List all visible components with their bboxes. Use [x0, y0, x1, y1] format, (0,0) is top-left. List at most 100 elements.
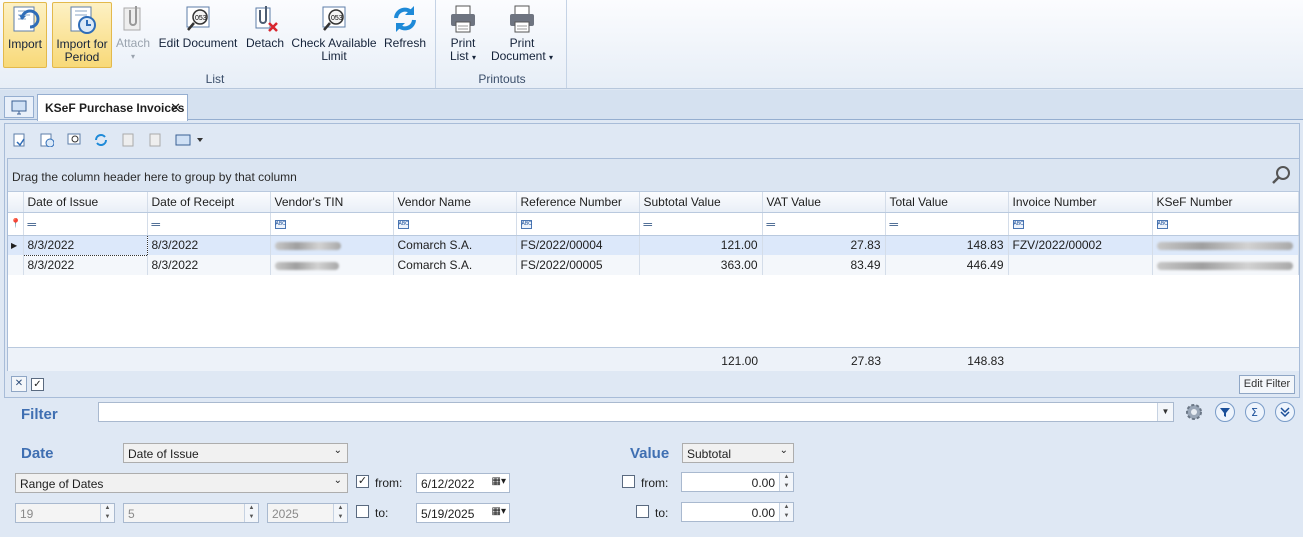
print-list-button[interactable]: Print List ▾: [441, 2, 485, 68]
import-icon[interactable]: [13, 133, 27, 147]
value-field-select[interactable]: Subtotal ⌄: [682, 443, 794, 463]
edit-document-icon[interactable]: [67, 133, 81, 147]
spin-arrows-icon[interactable]: ▲ ▼: [244, 504, 258, 522]
svg-text:053: 053: [331, 15, 343, 22]
expand-down-icon[interactable]: [1275, 402, 1295, 422]
funnel-icon[interactable]: [1215, 402, 1235, 422]
cell-vat-value[interactable]: 83.49: [762, 255, 886, 275]
refresh-button[interactable]: Refresh: [381, 2, 429, 68]
chevron-down-icon[interactable]: ▼: [1157, 403, 1173, 421]
value-to-checkbox[interactable]: [636, 505, 649, 518]
column-header-date-of-issue[interactable]: Date of Issue: [23, 192, 148, 213]
year-spinner[interactable]: 2025 ▲ ▼: [267, 503, 348, 523]
cell-date-of-issue[interactable]: 8/3/2022: [22, 234, 148, 256]
check-available-limit-button[interactable]: 053 Check Available Limit: [291, 2, 377, 68]
filter-cell-vat-value[interactable]: ═: [762, 212, 886, 236]
sigma-icon[interactable]: Σ: [1245, 402, 1265, 422]
filter-cell-date-of-issue[interactable]: ═: [23, 212, 148, 236]
calendar-icon[interactable]: ▦▾: [492, 506, 506, 517]
row-indicator: [8, 255, 24, 275]
grid-table: Date of Issue Date of Receipt Vendor's T…: [8, 192, 1299, 275]
filter-enabled-checkbox[interactable]: ✓: [31, 378, 44, 391]
import-for-period-button[interactable]: Import for Period: [52, 2, 112, 68]
column-header-vendor-name[interactable]: Vendor Name: [393, 192, 517, 213]
cell-total-value[interactable]: 148.83: [885, 235, 1009, 255]
filter-cell-vendors-tin[interactable]: ABC: [270, 212, 394, 236]
cell-date-of-receipt[interactable]: 8/3/2022: [147, 235, 271, 255]
row-indicator-header: [8, 192, 24, 213]
filter-pin-icon[interactable]: 📍: [8, 212, 24, 236]
date-field-select[interactable]: Date of Issue ⌄: [123, 443, 348, 463]
column-header-ksef-number[interactable]: KSeF Number: [1152, 192, 1299, 213]
print-document-button[interactable]: Print Document ▾: [487, 2, 557, 68]
column-header-total-value[interactable]: Total Value: [885, 192, 1009, 213]
day-spinner[interactable]: 19 ▲ ▼: [15, 503, 115, 523]
import-button[interactable]: Import: [3, 2, 47, 68]
layout-menu-icon[interactable]: [175, 133, 207, 147]
group-by-panel[interactable]: Drag the column header here to group by …: [8, 159, 1299, 192]
filter-cell-reference-number[interactable]: ABC: [516, 212, 640, 236]
gear-icon[interactable]: [1184, 402, 1204, 422]
check-limit-icon: 053: [319, 4, 349, 34]
calendar-icon[interactable]: ▦▾: [492, 476, 506, 487]
filter-cell-date-of-receipt[interactable]: ═: [147, 212, 271, 236]
cell-date-of-issue[interactable]: 8/3/2022: [23, 255, 148, 275]
desktop-icon[interactable]: [4, 96, 34, 118]
filter-cell-invoice-number[interactable]: ABC: [1008, 212, 1153, 236]
cell-vendor-name[interactable]: Comarch S.A.: [393, 235, 517, 255]
cell-subtotal-value[interactable]: 121.00: [639, 235, 763, 255]
attach-icon[interactable]: [121, 133, 135, 147]
spin-arrows-icon[interactable]: ▲ ▼: [779, 473, 793, 491]
filter-cell-vendor-name[interactable]: ABC: [393, 212, 517, 236]
value-from-checkbox[interactable]: [622, 475, 635, 488]
date-range-type-select[interactable]: Range of Dates ⌄: [15, 473, 348, 493]
cell-reference-number[interactable]: FS/2022/00004: [516, 235, 640, 255]
date-from-value: 6/12/2022: [421, 477, 475, 491]
import-period-icon[interactable]: [40, 133, 55, 148]
cell-total-value[interactable]: 446.49: [885, 255, 1009, 275]
column-header-date-of-receipt[interactable]: Date of Receipt: [147, 192, 271, 213]
table-row[interactable]: 8/3/2022 8/3/2022 Comarch S.A. FS/2022/0…: [8, 255, 1299, 275]
printer-icon: [448, 4, 478, 34]
cell-vendor-name[interactable]: Comarch S.A.: [393, 255, 517, 275]
edit-filter-button[interactable]: Edit Filter: [1239, 375, 1295, 394]
filter-cell-ksef-number[interactable]: ABC: [1152, 212, 1299, 236]
column-header-invoice-number[interactable]: Invoice Number: [1008, 192, 1153, 213]
cell-subtotal-value[interactable]: 363.00: [639, 255, 763, 275]
column-header-subtotal-value[interactable]: Subtotal Value: [639, 192, 763, 213]
close-icon[interactable]: ✕: [170, 100, 181, 116]
value-from-value: 0.00: [751, 476, 775, 490]
date-to-value: 5/19/2025: [421, 507, 475, 521]
value-from-input[interactable]: 0.00 ▲ ▼: [681, 472, 794, 492]
cell-reference-number[interactable]: FS/2022/00005: [516, 255, 640, 275]
search-icon[interactable]: [1271, 165, 1291, 188]
column-header-reference-number[interactable]: Reference Number: [516, 192, 640, 213]
column-header-vat-value[interactable]: VAT Value: [762, 192, 886, 213]
column-header-vendors-tin[interactable]: Vendor's TIN: [270, 192, 394, 213]
filter-cell-subtotal-value[interactable]: ═: [639, 212, 763, 236]
cell-vat-value[interactable]: 27.83: [762, 235, 886, 255]
tab-ksef-purchase-invoices[interactable]: KSeF Purchase Invoices ✕: [37, 94, 188, 121]
cell-invoice-number[interactable]: FZV/2022/00002: [1008, 235, 1153, 255]
cell-date-of-receipt[interactable]: 8/3/2022: [147, 255, 271, 275]
attach-button[interactable]: Attach ▾: [114, 2, 152, 68]
detach-button[interactable]: Detach: [243, 2, 287, 68]
date-to-picker[interactable]: 5/19/2025 ▦▾: [416, 503, 510, 523]
detach-icon[interactable]: [148, 133, 162, 147]
cell-invoice-number[interactable]: [1008, 255, 1153, 275]
spin-arrows-icon[interactable]: ▲ ▼: [333, 504, 347, 522]
value-to-input[interactable]: 0.00 ▲ ▼: [681, 502, 794, 522]
spin-arrows-icon[interactable]: ▲ ▼: [100, 504, 114, 522]
auto-filter-row: 📍 ═ ═ ABC ABC ABC ═ ═ ═ ABC ABC: [8, 212, 1299, 236]
edit-document-button[interactable]: 053 Edit Document: [157, 2, 239, 68]
clear-filter-icon[interactable]: ✕: [11, 376, 27, 392]
date-from-checkbox[interactable]: ✓: [356, 475, 369, 488]
filter-input[interactable]: ▼: [98, 402, 1174, 422]
spin-arrows-icon[interactable]: ▲ ▼: [779, 503, 793, 521]
month-spinner[interactable]: 5 ▲ ▼: [123, 503, 259, 523]
refresh-icon[interactable]: [94, 133, 108, 147]
date-from-picker[interactable]: 6/12/2022 ▦▾: [416, 473, 510, 493]
filter-cell-total-value[interactable]: ═: [885, 212, 1009, 236]
date-to-checkbox[interactable]: [356, 505, 369, 518]
table-row[interactable]: ▶ 8/3/2022 8/3/2022 Comarch S.A. FS/2022…: [8, 234, 1299, 256]
